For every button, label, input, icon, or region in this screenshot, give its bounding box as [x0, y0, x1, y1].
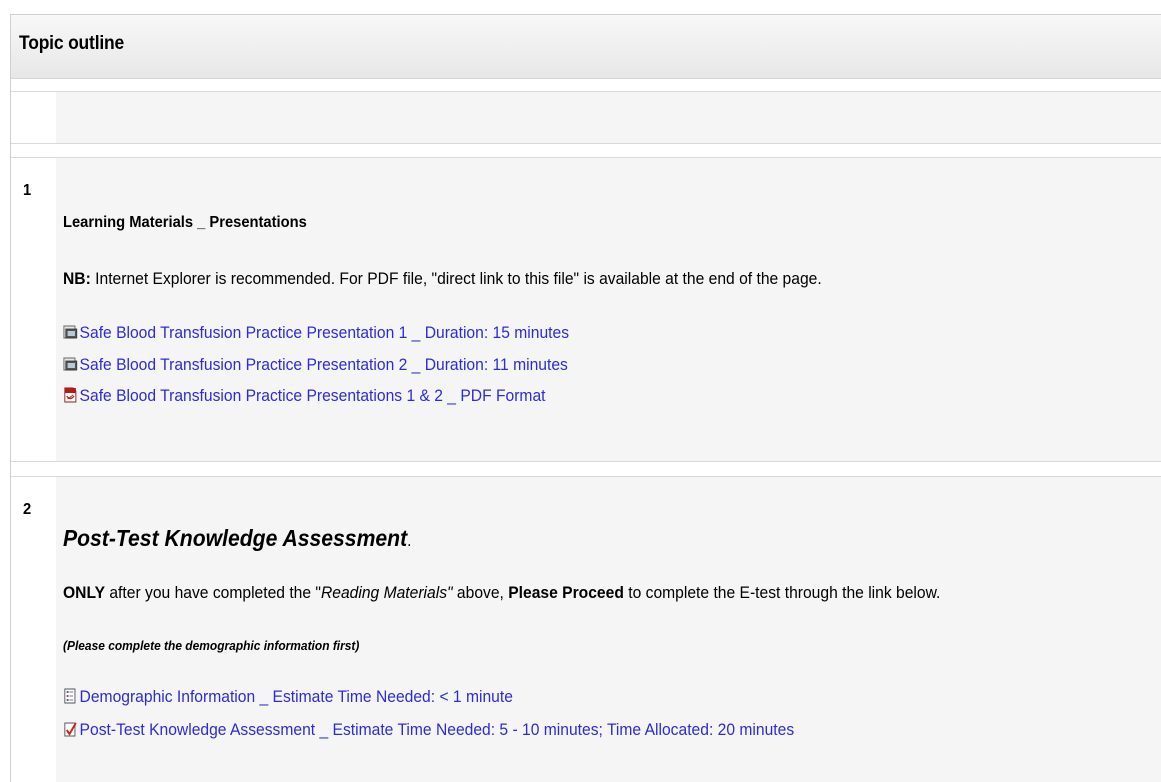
section-instructions: ONLY after you have completed the "Readi… [63, 583, 941, 602]
note-text: Internet Explorer is recommended. For PD… [90, 269, 822, 288]
topic-outline-panel: Topic outline 1 Learning Materials _ Pre… [10, 14, 1161, 782]
section-note: NB: Internet Explorer is recommended. Fo… [63, 269, 822, 289]
quiz-icon [64, 722, 77, 737]
section-number: 2 [23, 501, 32, 518]
resource-link[interactable]: Demographic Information _ Estimate Time … [80, 687, 513, 706]
resource-item[interactable]: Safe Blood Transfusion Practice Presenta… [63, 355, 568, 375]
pdf-icon [64, 387, 77, 403]
resource-item[interactable]: Safe Blood Transfusion Practice Presenta… [63, 323, 569, 343]
video-file-icon [63, 325, 78, 339]
questionnaire-icon [64, 688, 76, 704]
section-title: Post-Test Knowledge Assessment. [63, 525, 412, 551]
resource-item[interactable]: Safe Blood Transfusion Practice Presenta… [63, 386, 546, 406]
resource-item[interactable]: Post-Test Knowledge Assessment _ Estimat… [63, 720, 794, 740]
resource-link[interactable]: Safe Blood Transfusion Practice Presenta… [80, 355, 568, 374]
video-file-icon [63, 357, 78, 371]
section-title: Learning Materials _ Presentations [63, 214, 307, 231]
topic-outline-header: Topic outline [11, 15, 1161, 79]
resource-link[interactable]: Post-Test Knowledge Assessment _ Estimat… [80, 720, 795, 739]
resource-link[interactable]: Safe Blood Transfusion Practice Presenta… [80, 323, 569, 342]
section-2: 2 Post-Test Knowledge Assessment. ONLY a… [11, 476, 1161, 782]
section-0 [11, 91, 1161, 144]
section-1: 1 Learning Materials _ Presentations NB:… [11, 157, 1161, 462]
resource-item[interactable]: Demographic Information _ Estimate Time … [63, 687, 513, 707]
section-note: (Please complete the demographic informa… [63, 638, 360, 653]
resource-link[interactable]: Safe Blood Transfusion Practice Presenta… [80, 386, 546, 405]
note-label: NB: [63, 269, 91, 288]
section-number: 1 [23, 182, 32, 199]
page-title: Topic outline [19, 33, 125, 54]
